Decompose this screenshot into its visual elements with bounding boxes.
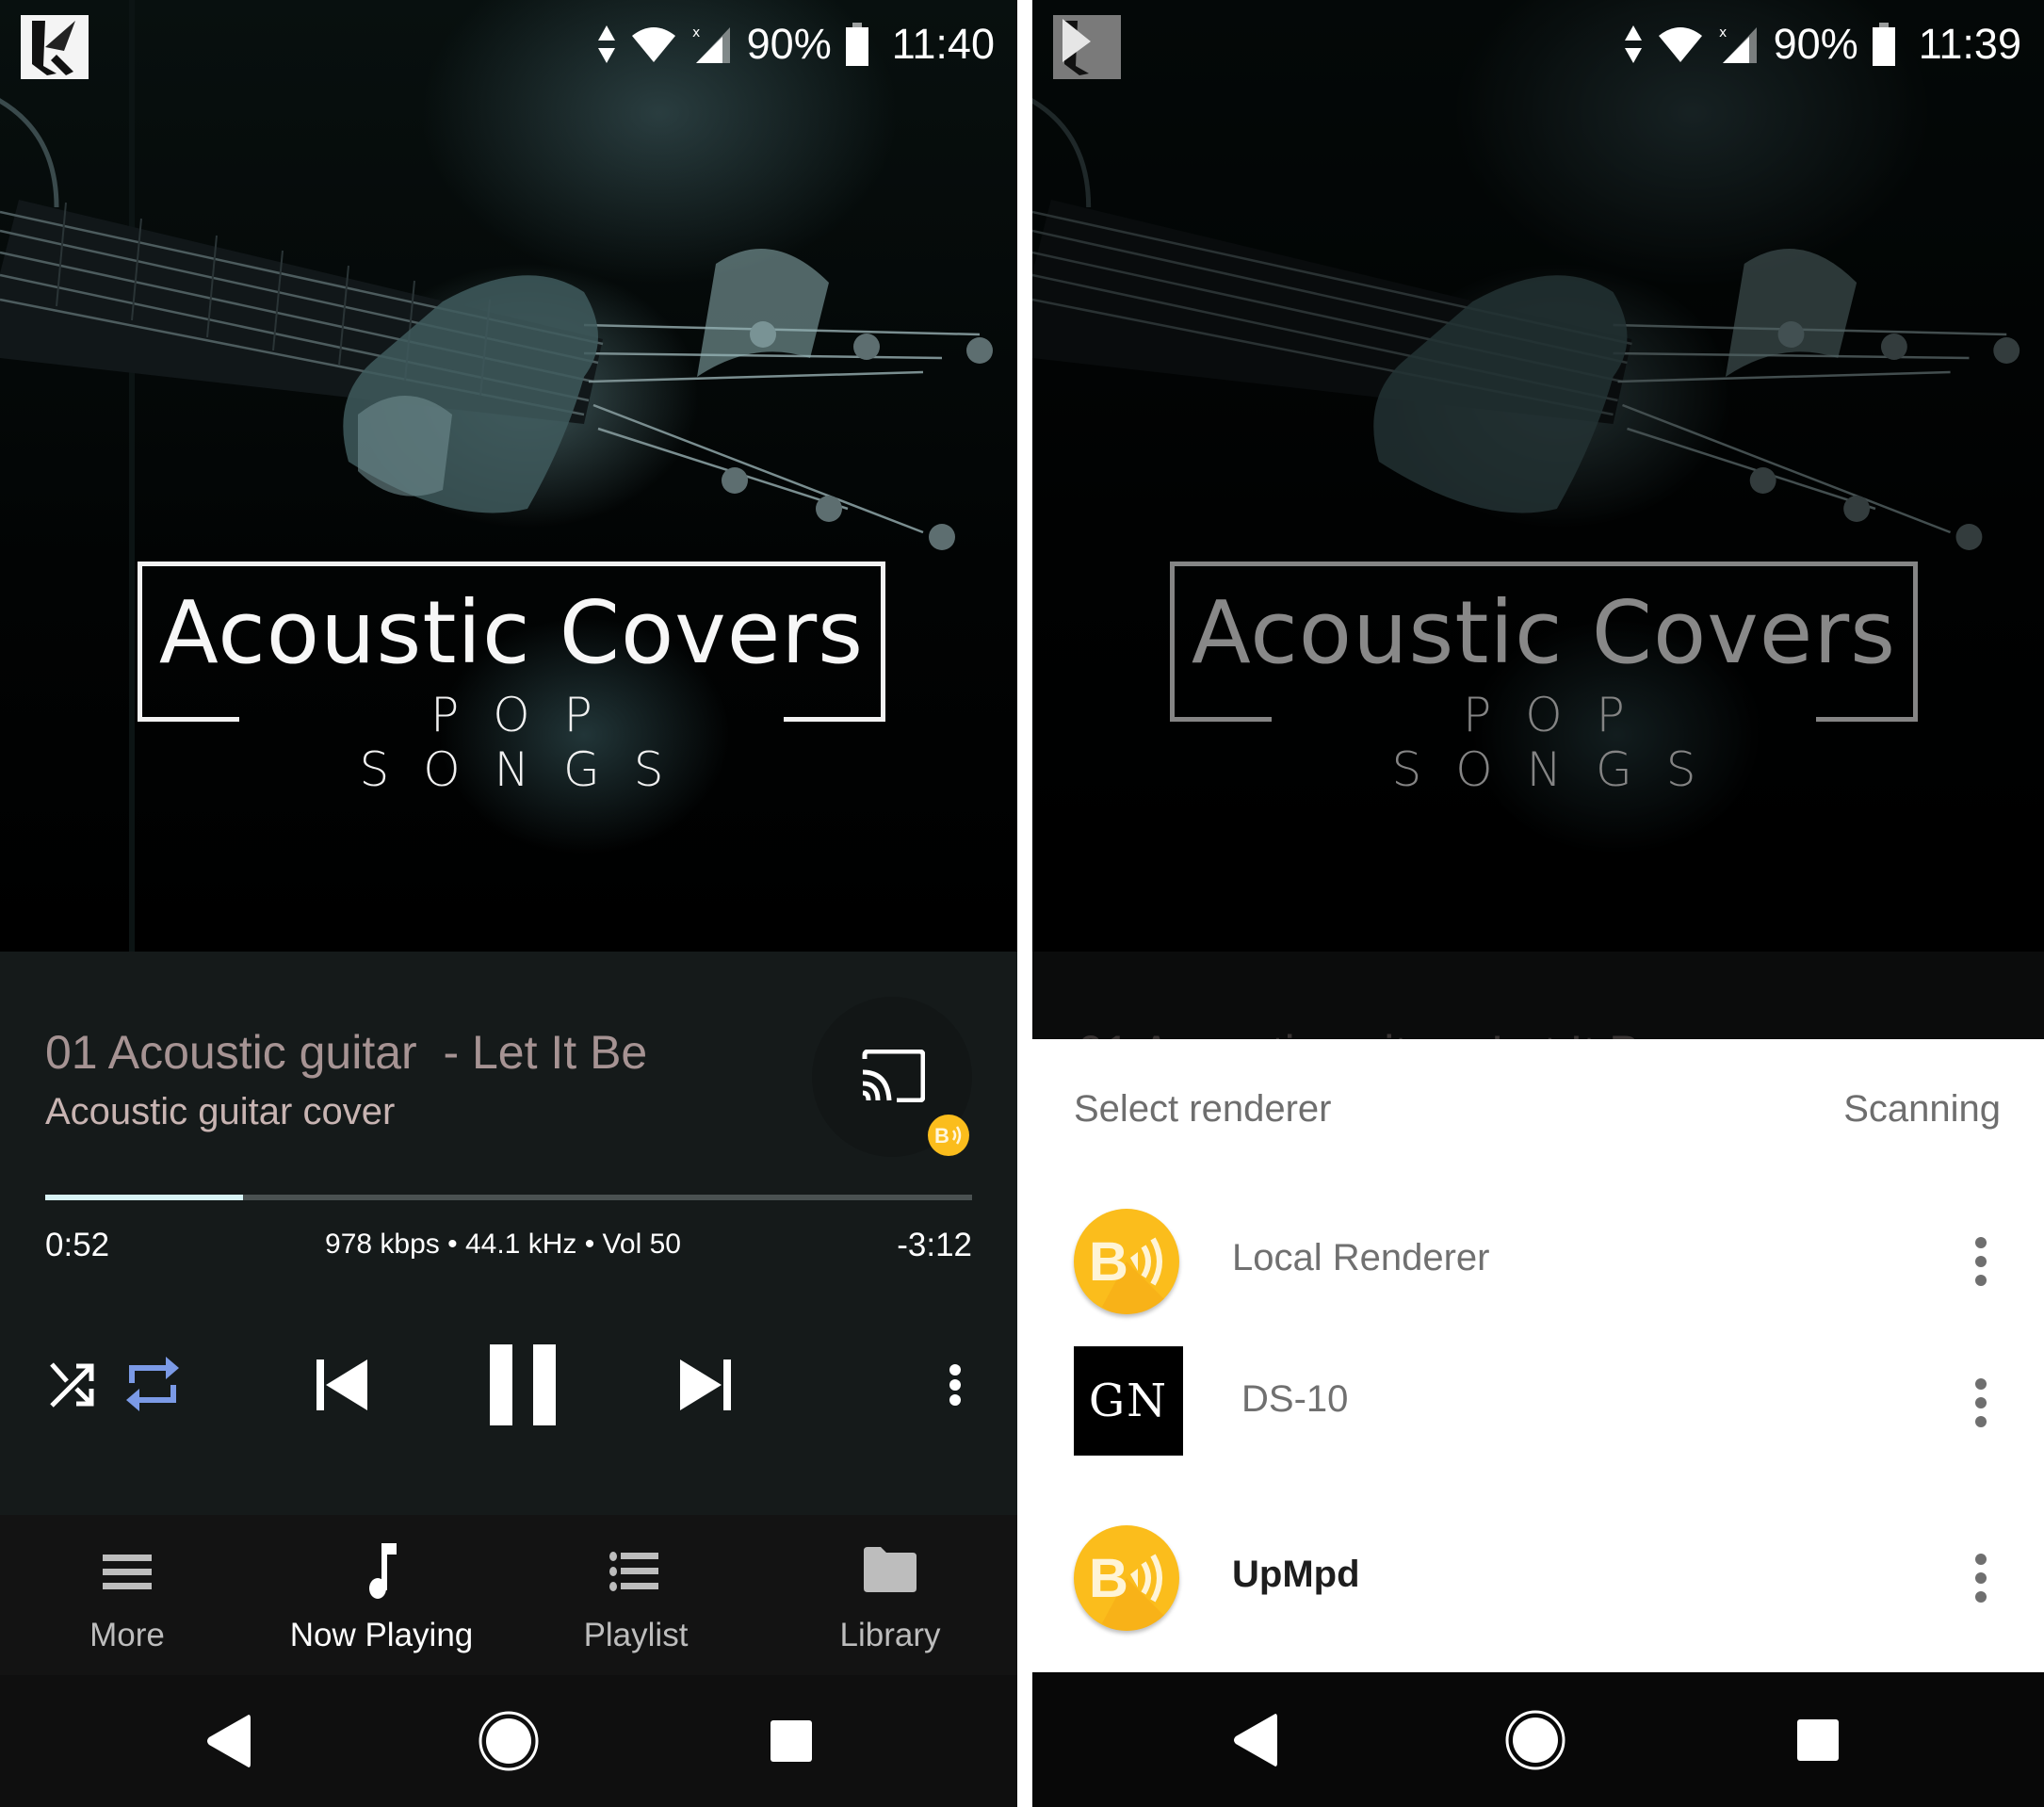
nav-tab-label: Playlist [583,1617,689,1653]
scrim-overlay [1032,0,2044,952]
more-vert-icon[interactable] [1967,1550,1995,1606]
back-icon[interactable] [203,1713,252,1769]
scanning-status: Scanning [1843,1088,2001,1130]
folder-icon [864,1547,917,1592]
repeat-icon [126,1357,179,1411]
nav-tab-playlist[interactable]: Playlist [509,1515,763,1675]
menu-icon [103,1555,152,1589]
album-art-subtitle: POP SONGS [359,688,698,797]
svg-text:B: B [1089,1231,1128,1293]
battery-icon [1872,23,1895,66]
renderer-name: Local Renderer [1232,1237,1490,1278]
svg-text:B: B [934,1124,949,1148]
app-notification-icon [1053,15,1121,79]
renderer-item-local-renderer[interactable]: B Local Renderer [1032,1190,2044,1331]
pause-icon [490,1344,556,1425]
album-art: Acoustic Covers POP SONGS [0,0,1017,952]
nav-tab-more[interactable]: More [0,1515,254,1675]
renderer-item-ds-10[interactable]: GN DS-10 [1032,1346,2044,1491]
more-options-button[interactable] [936,1347,974,1423]
guitar-photo [0,0,993,952]
svg-text:B: B [1089,1548,1128,1609]
cell-signal-icon: x [692,25,730,63]
gn-logo-icon: GN [1074,1346,1183,1456]
system-navigation-bar [1032,1672,2044,1807]
nav-tab-label: Library [839,1617,941,1653]
svg-text:x: x [692,25,700,41]
music-note-icon [369,1543,397,1599]
sheet-title: Select renderer [1074,1088,1332,1130]
recents-icon[interactable] [770,1719,813,1763]
shuffle-button[interactable] [41,1347,104,1423]
data-arrows-icon [597,25,615,63]
remaining-time: -3:12 [897,1227,972,1263]
repeat-button[interactable] [121,1345,185,1423]
list-icon [609,1552,658,1591]
now-playing-screen: Acoustic Covers POP SONGS x 90% 11:40 01… [0,0,1017,1807]
nav-tab-label: Now Playing [289,1617,474,1653]
recents-icon[interactable] [1796,1718,1840,1762]
nav-tab-library[interactable]: Library [763,1515,1017,1675]
pause-button[interactable] [480,1336,565,1434]
wifi-icon [631,27,675,62]
nav-tab-label: More [89,1617,165,1653]
dimmed-track-title: 01 Acoustic guitar - Let It Be [1078,1025,1666,1039]
system-navigation-bar [0,1675,1017,1807]
battery-percent: 90% [746,20,832,68]
shuffle-icon [50,1362,94,1408]
bubbleupnp-logo-icon: B [1074,1525,1179,1631]
status-bar: x 90% 11:39 [1032,0,2044,94]
wifi-icon [1658,27,1702,62]
more-vert-icon[interactable] [1967,1375,1995,1431]
skip-previous-icon [316,1359,367,1410]
cell-signal-icon: x [1719,25,1757,63]
cast-icon [862,1050,925,1102]
status-bar: x 90% 11:40 [0,0,1017,94]
select-renderer-sheet: Select renderer Scanning B Local Rendere… [1032,1039,2044,1672]
track-artist: Acoustic guitar cover [45,1091,396,1132]
clock: 11:39 [1918,20,2021,68]
track-title: 01 Acoustic guitar - Let It Be [45,1026,648,1079]
album-art-title: Acoustic Covers [158,582,865,683]
home-icon[interactable] [1504,1709,1566,1771]
nav-tab-now-playing[interactable]: Now Playing [254,1515,509,1675]
app-notification-icon [21,15,89,79]
battery-icon [845,23,868,66]
now-playing-panel: 01 Acoustic guitar - Let It Be Acoustic … [0,952,1017,1515]
dimmed-now-playing-panel: 01 Acoustic guitar - Let It Be [1032,952,2044,1039]
more-vert-icon[interactable] [1967,1233,1995,1290]
data-arrows-icon [1624,25,1642,63]
skip-next-icon [680,1359,731,1410]
more-vert-icon [949,1364,961,1406]
battery-percent: 90% [1773,20,1858,68]
bottom-navigation: More Now Playing Playlist Library [0,1515,1017,1675]
seek-bar[interactable] [45,1195,972,1200]
bubbleupnp-badge-icon: B [928,1115,969,1156]
previous-track-button[interactable] [307,1347,377,1423]
clock: 11:40 [891,20,995,68]
album-art: Acoustic Covers POP SONGS [1032,0,2044,952]
stream-info: 978 kbps • 44.1 kHz • Vol 50 [325,1229,681,1260]
svg-text:x: x [1719,25,1727,41]
renderer-name-selected: UpMpd [1232,1554,1360,1595]
renderer-name: DS-10 [1241,1378,1349,1420]
next-track-button[interactable] [671,1347,740,1423]
home-icon[interactable] [478,1710,540,1772]
select-renderer-screen: Acoustic Covers POP SONGS x 90% 11:39 Se… [1032,0,2044,1807]
back-icon[interactable] [1230,1712,1279,1768]
seek-bar-fill [45,1195,243,1200]
renderer-item-upmpd[interactable]: B UpMpd [1032,1506,2044,1648]
bubbleupnp-logo-icon: B [1074,1209,1179,1314]
